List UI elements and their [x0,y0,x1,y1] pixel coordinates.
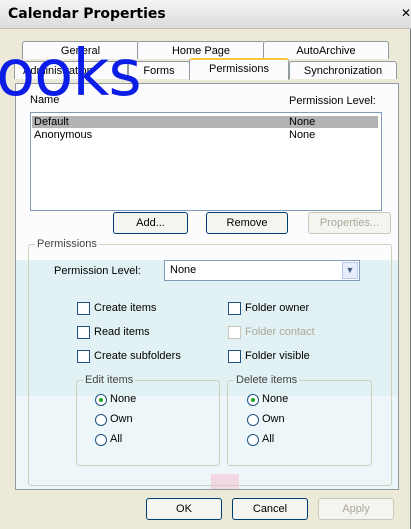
create-items-label: Create items [94,302,157,314]
tab-permissions[interactable]: Permissions [189,58,289,80]
list-item-name: Anonymous [34,129,93,141]
add-button[interactable]: Add... [113,212,188,234]
delete-all-label: All [262,433,275,445]
permission-level-select[interactable]: None ▼ [164,260,360,281]
list-item[interactable]: Default None [32,116,378,128]
dialog-window: Calendar Properties ✕ General Home Page … [0,0,411,529]
delete-own-radio[interactable] [247,414,259,426]
folder-contact-label: Folder contact [245,326,315,338]
permissions-panel: Permission Level: Default None Anonymous… [15,83,399,490]
tab-home-page[interactable]: Home Page [137,41,265,59]
permission-level-value: None [170,264,197,276]
edit-items-title: Edit items [83,374,136,386]
properties-button[interactable]: Properties... [308,212,391,234]
folder-contact-checkbox[interactable] [228,326,241,339]
dialog-footer: OK Cancel Apply [0,489,411,529]
edit-own-radio[interactable] [95,414,107,426]
list-item-level: None [289,129,316,141]
edit-all-label: All [110,433,123,445]
close-icon[interactable]: ✕ [401,4,411,22]
window-title: Calendar Properties [8,6,166,22]
create-subfolders-checkbox[interactable] [77,350,90,363]
tab-autoarchive[interactable]: AutoArchive [263,41,389,59]
folder-owner-checkbox[interactable] [228,302,241,315]
permissions-list[interactable]: Permission Level: Default None Anonymous… [30,95,382,211]
ok-button[interactable]: OK [146,498,222,520]
apply-button[interactable]: Apply [318,498,394,520]
edit-none-radio[interactable] [95,394,107,406]
read-items-label: Read items [94,326,150,338]
folder-visible-label: Folder visible [245,350,310,362]
edit-own-label: Own [110,413,133,425]
delete-own-label: Own [262,413,285,425]
delete-items-title: Delete items [234,374,300,386]
folder-owner-label: Folder owner [245,302,310,314]
edit-none-label: None [110,393,137,405]
create-items-checkbox[interactable] [77,302,90,315]
read-items-checkbox[interactable] [77,326,90,339]
column-header-level: Permission Level: [289,95,376,107]
list-item-level: None [289,116,316,128]
tab-synchronization[interactable]: Synchronization [289,61,397,79]
create-subfolders-label: Create subfolders [94,350,181,362]
permission-level-label: Permission Level: [54,265,141,277]
list-item[interactable]: Anonymous None [32,129,378,141]
edit-all-radio[interactable] [95,434,107,446]
folder-visible-checkbox[interactable] [228,350,241,363]
delete-all-radio[interactable] [247,434,259,446]
remove-button[interactable]: Remove [206,212,288,234]
delete-none-label: None [262,393,289,405]
list-item-name: Default [34,116,69,128]
cancel-button[interactable]: Cancel [232,498,308,520]
overlay-text: ooks [0,37,142,111]
delete-none-radio[interactable] [247,394,259,406]
chevron-down-icon[interactable]: ▼ [342,262,358,279]
title-bar: Calendar Properties ✕ [0,0,411,29]
permissions-group-title: Permissions [35,238,99,250]
